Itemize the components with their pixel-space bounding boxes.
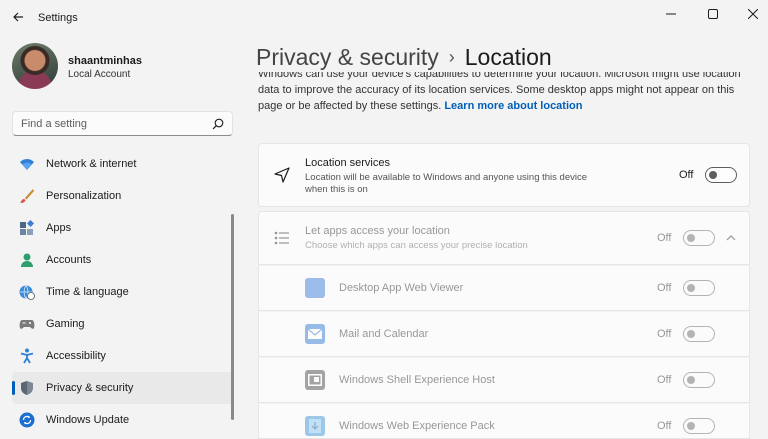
sidebar-scrollbar[interactable] [231,214,234,420]
back-arrow-icon [13,12,23,22]
close-icon [748,9,758,19]
location-services-state: Off [679,169,694,181]
gamepad-icon [19,320,35,329]
app-title: Settings [38,12,78,24]
active-indicator [12,381,15,395]
toggle-knob [709,171,717,179]
app-toggle[interactable] [683,326,715,342]
sidebar-item-personalization[interactable]: Personalization [12,180,234,212]
sidebar-item-label: Windows Update [46,414,130,426]
sidebar-item-network[interactable]: Network & internet [12,148,234,180]
toggle-knob [687,422,695,430]
toggle-knob [687,234,695,242]
app-name: Windows Shell Experience Host [339,374,495,386]
sidebar-item-gaming[interactable]: Gaming [12,308,234,340]
title-bar: Settings [0,0,768,34]
learn-more-link[interactable]: Learn more about location [444,100,582,112]
web-viewer-icon [305,278,325,298]
app-row-mail-calendar: Mail and Calendar Off [258,312,750,357]
person-icon [21,253,33,267]
app-state: Off [657,328,672,340]
sidebar-item-label: Accessibility [46,350,106,362]
web-pack-icon [305,416,325,436]
sidebar-item-label: Accounts [46,254,92,266]
avatar [12,43,58,89]
toggle-knob [687,330,695,338]
location-arrow-icon [274,167,290,183]
app-name: Windows Web Experience Pack [339,420,495,432]
close-button[interactable] [730,0,768,28]
app-name: Desktop App Web Viewer [339,282,464,294]
globe-clock-icon [19,285,35,300]
app-row-shell-experience-host: Windows Shell Experience Host Off [258,358,750,403]
location-services-toggle[interactable] [705,167,737,183]
wifi-icon [20,159,34,170]
app-toggle[interactable] [683,372,715,388]
app-row-web-experience-pack: Windows Web Experience Pack Off [258,404,750,439]
list-icon [274,231,289,245]
app-state: Off [657,420,672,432]
toggle-knob [687,284,695,292]
apps-access-subtitle: Choose which apps can access your precis… [305,240,528,251]
search-box [12,111,233,136]
app-state: Off [657,282,672,294]
sidebar-item-label: Personalization [46,190,122,202]
mail-icon [305,324,325,344]
breadcrumb-parent[interactable]: Privacy & security [256,44,439,70]
minimize-button[interactable] [648,0,694,28]
apps-access-toggle[interactable] [683,230,715,246]
update-icon [19,412,35,428]
apps-access-state: Off [657,232,672,244]
sidebar-item-label: Time & language [46,286,129,298]
location-services-subtitle: Location will be available to Windows an… [305,172,588,195]
apps-icon [20,220,35,235]
accessibility-icon [20,348,34,364]
apps-access-card: Let apps access your location Choose whi… [258,211,750,265]
app-name: Mail and Calendar [339,328,429,340]
search-input[interactable] [13,112,203,135]
sidebar-item-apps[interactable]: Apps [12,212,234,244]
description-line-2: data to improve the accuracy of its loca… [258,84,735,96]
page-title: Location [464,44,552,70]
brush-icon [20,189,34,203]
location-services-card: Location services Location will be avail… [258,143,750,207]
chevron-up-icon[interactable] [725,232,737,244]
description-line-1: Windows can use your device's capabiliti… [258,72,741,80]
account-type: Local Account [68,69,131,80]
sidebar-item-label: Network & internet [46,158,137,170]
sidebar-item-accounts[interactable]: Accounts [12,244,234,276]
sidebar-item-label: Gaming [46,318,85,330]
sidebar-item-time-language[interactable]: Time & language [12,276,234,308]
sidebar-item-accessibility[interactable]: Accessibility [12,340,234,372]
maximize-icon [708,9,718,19]
user-profile[interactable]: shaantminhas Local Account [12,43,232,93]
apps-access-title: Let apps access your location [305,225,450,237]
location-services-title: Location services [305,157,390,169]
user-name: shaantminhas [68,55,142,67]
sidebar-item-windows-update[interactable]: Windows Update [12,404,234,436]
app-toggle[interactable] [683,418,715,434]
back-button[interactable] [6,6,30,28]
sidebar-item-privacy-security[interactable]: Privacy & security [12,372,234,404]
sidebar-item-label: Privacy & security [46,382,134,394]
app-toggle[interactable] [683,280,715,296]
toggle-knob [687,376,695,384]
description-line-3: page or be affected by these settings. [258,100,442,112]
sidebar-item-label: Apps [46,222,72,234]
location-description: Windows can use your device's capabiliti… [258,72,758,120]
shield-icon [21,381,33,395]
minimize-icon [666,13,676,15]
sidebar-nav: Network & internet Personalization Apps … [12,148,234,436]
app-row-desktop-web-viewer: Desktop App Web Viewer Off [258,266,750,311]
breadcrumb-separator: › [448,47,455,67]
breadcrumb: Privacy & security › Location [256,44,552,71]
search-icon[interactable] [212,118,224,130]
shell-host-icon [305,370,325,390]
app-state: Off [657,374,672,386]
